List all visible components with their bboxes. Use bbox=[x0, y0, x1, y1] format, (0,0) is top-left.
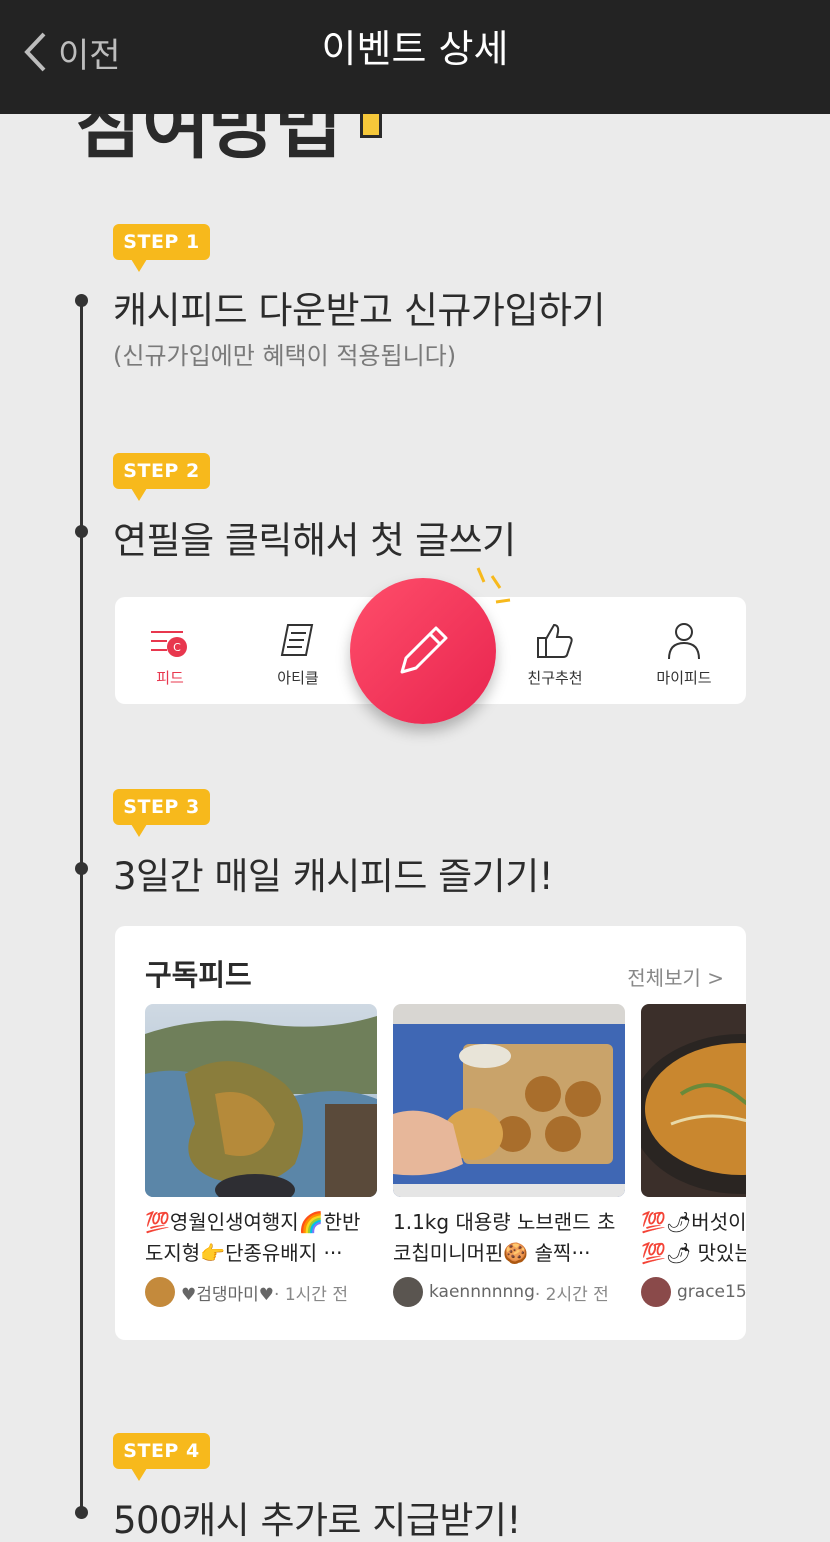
step-2-text: 연필을 클릭해서 첫 글쓰기 bbox=[113, 519, 516, 562]
feed-item-author: grace15 bbox=[677, 1282, 746, 1302]
feed-thumbnail bbox=[393, 1004, 625, 1197]
feed-item-title: 💯🌶버섯이 bbox=[641, 1210, 746, 1234]
step-3-text: 3일간 매일 캐시피드 즐기기! bbox=[113, 855, 554, 898]
feed-item-author: ♥검댕마미♥ bbox=[181, 1284, 275, 1305]
feed-item-title-line2: 도지형👉단종유배지 ··· bbox=[145, 1241, 343, 1265]
timeline-dot bbox=[75, 862, 88, 875]
page-title: 이벤트 상세 bbox=[321, 27, 509, 71]
feed-item-meta: ♥검댕마미♥ · 1시간 전 bbox=[145, 1277, 377, 1307]
timeline-line bbox=[80, 298, 83, 1518]
article-icon bbox=[280, 624, 314, 656]
top-bar: 이전 이벤트 상세 bbox=[0, 0, 830, 114]
feed-item-title-line2: 코칩미니머핀🍪 솔찍··· bbox=[393, 1241, 591, 1265]
step-3-badge: STEP 3 bbox=[113, 789, 210, 837]
step-4-text: 500캐시 추가로 지급받기! bbox=[113, 1499, 521, 1542]
feed-item-title: 💯영월인생여행지🌈한반 bbox=[145, 1210, 361, 1234]
pencil-icon bbox=[400, 626, 448, 674]
sparkle-icon bbox=[476, 567, 511, 604]
tab-my-feed-label: 마이피드 bbox=[656, 669, 712, 687]
avatar bbox=[145, 1277, 175, 1307]
feed-item[interactable]: 💯🌶버섯이 💯🌶 맛있는 grace15 bbox=[641, 1004, 746, 1307]
tab-feed-label: 피드 bbox=[156, 669, 184, 687]
thumbs-up-icon bbox=[537, 623, 573, 658]
feed-item-meta: grace15 bbox=[641, 1277, 746, 1307]
timeline-dot bbox=[75, 525, 88, 538]
subscription-feed-card: 구독피드 전체보기 > 💯영월인생여행지🌈한반 도지형👉단종유배지 ··· ♥검… bbox=[115, 926, 746, 1340]
feed-item[interactable]: 💯영월인생여행지🌈한반 도지형👉단종유배지 ··· ♥검댕마미♥ · 1시간 전 bbox=[145, 1004, 377, 1307]
feed-item-meta: kaennnnnng · 2시간 전 bbox=[393, 1277, 625, 1307]
feed-item-time: · 1시간 전 bbox=[274, 1284, 348, 1305]
step-1-subtext: (신규가입에만 혜택이 적용됩니다) bbox=[113, 342, 457, 370]
step-4-badge: STEP 4 bbox=[113, 1433, 210, 1481]
step-1-badge: STEP 1 bbox=[113, 224, 210, 272]
svg-text:C: C bbox=[173, 641, 181, 654]
feed-thumbnail bbox=[641, 1004, 746, 1197]
tab-my-feed[interactable]: 마이피드 bbox=[629, 615, 739, 688]
avatar bbox=[641, 1277, 671, 1307]
feed-item-title: 1.1kg 대용량 노브랜드 초 bbox=[393, 1210, 616, 1234]
feed-item[interactable]: 1.1kg 대용량 노브랜드 초 코칩미니머핀🍪 솔찍··· kaennnnnn… bbox=[393, 1004, 625, 1307]
timeline-dot bbox=[75, 294, 88, 307]
title-decoration bbox=[360, 114, 382, 138]
write-button[interactable] bbox=[350, 578, 496, 724]
avatar bbox=[393, 1277, 423, 1307]
feed-icon: C bbox=[151, 631, 187, 657]
tab-friend-recommend-label: 친구추천 bbox=[527, 669, 583, 687]
feed-item-time: · 2시간 전 bbox=[534, 1284, 609, 1305]
tab-article-label: 아티클 bbox=[277, 669, 319, 687]
feed-thumbnail bbox=[145, 1004, 377, 1197]
tab-article[interactable]: 아티클 bbox=[243, 615, 353, 688]
step-1-text: 캐시피드 다운받고 신규가입하기 bbox=[113, 289, 606, 332]
view-all-link[interactable]: 전체보기 > bbox=[627, 962, 724, 991]
step-2-badge: STEP 2 bbox=[113, 453, 210, 501]
feed-item-title-line2: 💯🌶 맛있는 bbox=[641, 1241, 746, 1265]
tab-friend-recommend[interactable]: 친구추천 bbox=[500, 615, 610, 688]
feed-title: 구독피드 bbox=[145, 958, 252, 992]
feed-item-author: kaennnnnng bbox=[429, 1282, 535, 1302]
tab-feed[interactable]: C 피드 bbox=[115, 615, 225, 688]
timeline-dot bbox=[75, 1506, 88, 1519]
person-icon bbox=[668, 623, 700, 660]
